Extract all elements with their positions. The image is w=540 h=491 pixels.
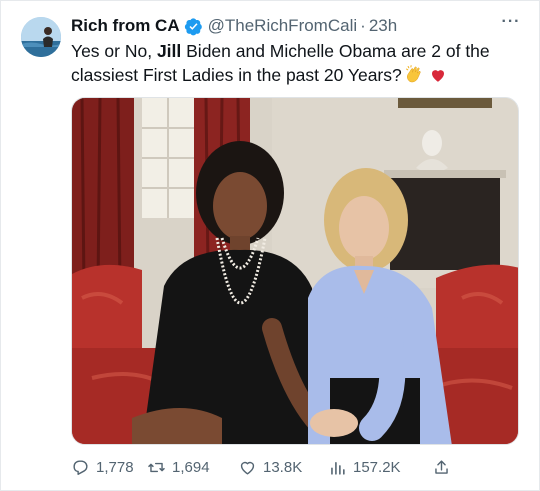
reply-icon (73, 459, 88, 475)
retweet-count: 1,694 (172, 458, 210, 476)
share-button[interactable] (432, 458, 451, 477)
timestamp[interactable]: 23h (369, 16, 397, 36)
share-icon (435, 459, 448, 474)
like-button[interactable]: 13.8K (238, 458, 328, 477)
tweet-text: Yes or No, Jill Biden and Michelle Obama… (71, 39, 521, 87)
display-name[interactable]: Rich from CA (71, 16, 180, 36)
action-bar: 1,778 1,694 13.8K 157.2K (71, 455, 521, 479)
tweet-text-start: Yes or No, (71, 41, 157, 61)
retweet-icon (148, 462, 165, 472)
reply-count: 1,778 (96, 458, 134, 476)
more-icon[interactable]: ··· (501, 14, 521, 35)
like-icon (240, 461, 255, 475)
tweet-card[interactable]: Rich from CA @TheRichFromCali · 23h ··· … (0, 0, 540, 491)
views-icon (331, 461, 345, 475)
tweet-text-bold: Jill (156, 41, 182, 61)
tweet-header: Rich from CA @TheRichFromCali · 23h (71, 15, 519, 37)
clapping-hands-icon (405, 65, 421, 83)
reply-button[interactable]: 1,778 (71, 458, 147, 477)
verified-badge-icon (184, 17, 202, 35)
views-button[interactable]: 157.2K (328, 458, 432, 477)
handle[interactable]: @TheRichFromCali (208, 16, 358, 36)
views-count: 157.2K (353, 458, 401, 476)
like-count: 13.8K (263, 458, 303, 476)
avatar[interactable] (21, 17, 61, 57)
retweet-button[interactable]: 1,694 (147, 458, 238, 477)
separator: · (360, 16, 366, 35)
tweet-photo[interactable] (71, 97, 519, 445)
red-heart-icon (431, 70, 444, 82)
